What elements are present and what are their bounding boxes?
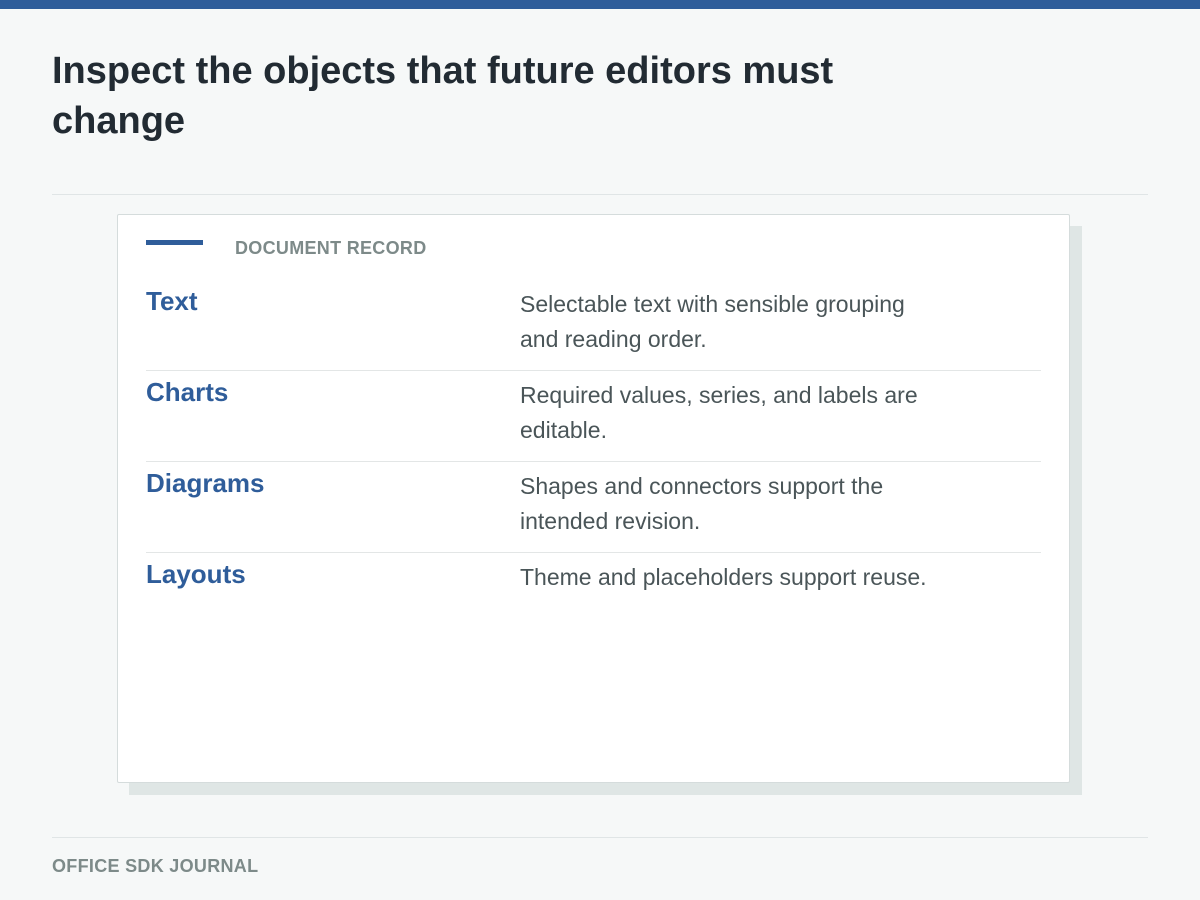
- top-accent-bar: [0, 0, 1200, 9]
- page-title: Inspect the objects that future editors …: [52, 50, 834, 142]
- record-term: Charts: [146, 377, 229, 407]
- record-row-layouts: Layouts Theme and placeholders support r…: [146, 553, 1041, 644]
- record-description: Theme and placeholders support reuse.: [520, 564, 927, 590]
- record-description: Required values, series, and labels are …: [520, 382, 918, 443]
- footer-divider: [52, 837, 1148, 838]
- record-row-text: Text Selectable text with sensible group…: [146, 280, 1041, 371]
- document-record-card: DOCUMENT RECORD Text Selectable text wit…: [117, 214, 1070, 783]
- record-row-charts: Charts Required values, series, and labe…: [146, 371, 1041, 462]
- card-kicker: DOCUMENT RECORD: [235, 238, 427, 258]
- record-list: Text Selectable text with sensible group…: [146, 280, 1041, 644]
- footer-label: OFFICE SDK JOURNAL: [52, 856, 259, 876]
- header-divider: [52, 194, 1148, 195]
- record-term: Layouts: [146, 559, 246, 589]
- card-accent-line: [146, 240, 203, 245]
- record-term: Text: [146, 286, 198, 316]
- record-description: Shapes and connectors support the intend…: [520, 473, 884, 534]
- record-description: Selectable text with sensible grouping a…: [520, 291, 905, 352]
- record-row-diagrams: Diagrams Shapes and connectors support t…: [146, 462, 1041, 553]
- record-term: Diagrams: [146, 468, 265, 498]
